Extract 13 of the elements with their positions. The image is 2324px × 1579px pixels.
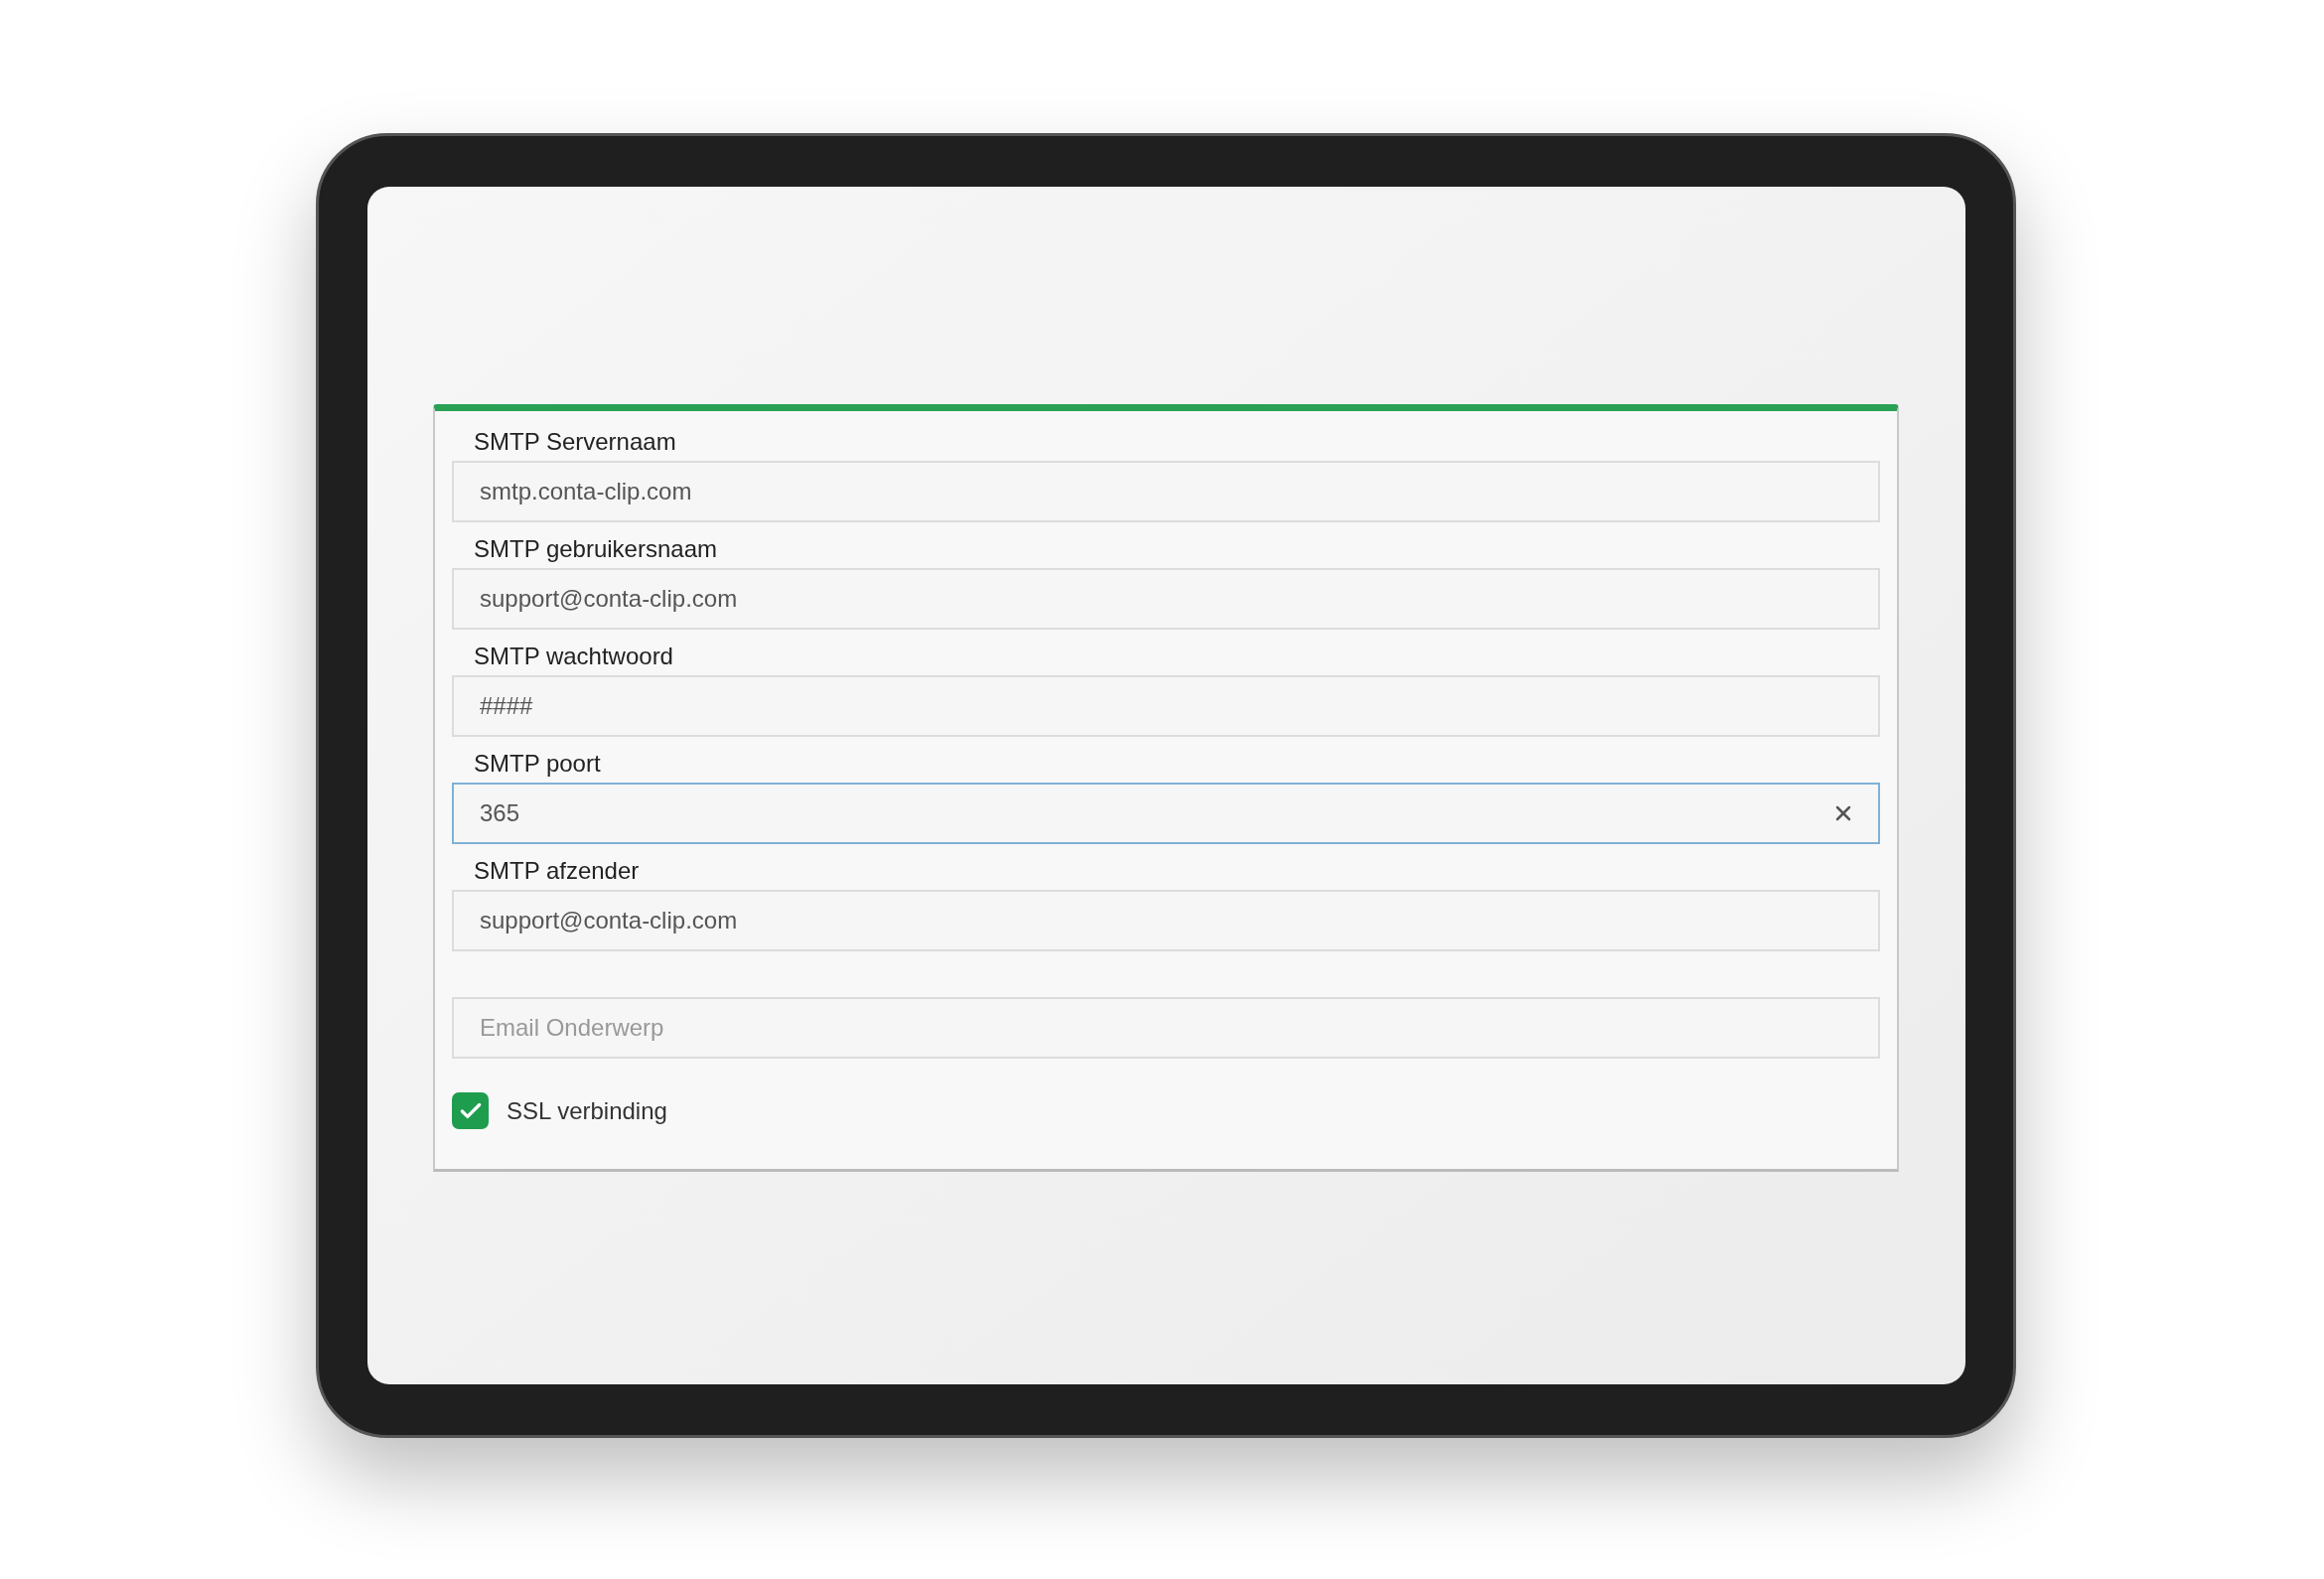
- input-field[interactable]: support@conta-clip.com: [452, 568, 1880, 630]
- field-label: SMTP wachtwoord: [474, 642, 673, 671]
- input-field[interactable]: smtp.conta-clip.com: [452, 461, 1880, 522]
- field-label: SMTP poort: [474, 749, 601, 779]
- input-field[interactable]: Email Onderwerp: [452, 997, 1880, 1059]
- input-field[interactable]: ####: [452, 675, 1880, 737]
- field-label: SMTP gebruikersnaam: [474, 534, 717, 564]
- field-label: SMTP afzender: [474, 856, 640, 886]
- checkbox[interactable]: [452, 1092, 489, 1129]
- field-label: SMTP Servernaam: [474, 427, 676, 457]
- input-field[interactable]: 365: [452, 783, 1880, 844]
- input-field[interactable]: support@conta-clip.com: [452, 890, 1880, 951]
- checkbox-label: SSL verbinding: [507, 1095, 667, 1126]
